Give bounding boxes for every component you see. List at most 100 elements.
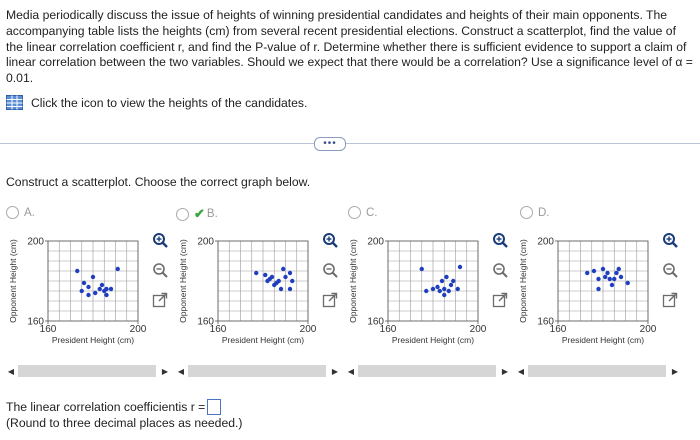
data-point — [287, 286, 293, 292]
x-tick-label: 200 — [130, 324, 147, 335]
scroll-left-icon[interactable]: ◀ — [516, 365, 526, 377]
data-point — [86, 284, 91, 290]
data-point — [283, 274, 288, 280]
horizontal-scrollbar[interactable] — [18, 365, 156, 377]
option-d-radio[interactable] — [520, 206, 533, 219]
zoom-out-icon[interactable] — [492, 262, 508, 278]
grid — [387, 240, 479, 322]
data-point — [278, 286, 284, 292]
scroll-right-icon[interactable]: ▶ — [160, 365, 170, 377]
data-point — [603, 274, 608, 280]
view-heights-label[interactable]: Click the icon to view the heights of th… — [31, 96, 307, 110]
data-point — [269, 274, 275, 280]
option-c[interactable]: C. — [348, 206, 378, 219]
data-point — [457, 264, 463, 270]
scatterplot-d: 160 200160200President Height (cm)Opponen… — [518, 237, 657, 346]
scroll-right-icon[interactable]: ▶ — [500, 365, 510, 377]
correlation-answer-input[interactable] — [207, 399, 222, 415]
zoom-out-icon[interactable] — [152, 262, 168, 278]
y-tick-label: 200 — [537, 237, 554, 248]
data-point — [287, 270, 293, 276]
data-point — [276, 278, 281, 284]
option-a-label: A. — [24, 206, 35, 219]
y-tick-label: 200 — [27, 237, 44, 248]
data-point — [614, 270, 619, 276]
option-b-radio[interactable] — [176, 207, 189, 221]
data-point — [290, 278, 295, 284]
data-point — [115, 266, 120, 272]
horizontal-scrollbar[interactable] — [528, 365, 666, 377]
popout-icon[interactable] — [662, 292, 678, 308]
data-point — [596, 276, 601, 282]
scatterplot-a: 160 200160200President Height (cm)Opponen… — [8, 237, 147, 346]
scroll-right-icon[interactable]: ▶ — [670, 365, 680, 377]
option-d-label: D. — [538, 206, 550, 219]
data-point — [585, 270, 590, 276]
option-a[interactable]: A. — [6, 206, 35, 219]
x-axis-label: President Height (cm) — [52, 335, 134, 345]
data-point — [607, 276, 612, 282]
grid — [557, 240, 649, 322]
scroll-left-icon[interactable]: ◀ — [6, 365, 16, 377]
zoom-out-icon[interactable] — [322, 262, 338, 278]
rounding-note: (Round to three decimal places as needed… — [6, 416, 243, 430]
y-tick-label: 160 — [27, 317, 44, 328]
data-point — [609, 282, 615, 288]
table-icon[interactable] — [6, 95, 23, 110]
data-point — [263, 272, 268, 278]
zoom-in-icon[interactable] — [662, 232, 678, 248]
option-c-radio[interactable] — [348, 206, 361, 219]
problem-statement: Media periodically discuss the issue of … — [6, 8, 693, 86]
scroll-left-icon[interactable]: ◀ — [346, 365, 356, 377]
option-c-label: C. — [366, 206, 378, 219]
zoom-in-icon[interactable] — [492, 232, 508, 248]
y-axis-label: Opponent Height (cm) — [178, 239, 188, 323]
scroll-left-icon[interactable]: ◀ — [176, 365, 186, 377]
data-point — [99, 282, 105, 288]
zoom-out-icon[interactable] — [662, 262, 678, 278]
scatterplot-c: 160 200160200President Height (cm)Opponen… — [348, 237, 487, 346]
y-tick-label: 160 — [537, 317, 554, 328]
x-axis-label: President Height (cm) — [392, 335, 474, 345]
y-axis-label: Opponent Height (cm) — [348, 239, 358, 323]
scroll-right-icon[interactable]: ▶ — [330, 365, 340, 377]
zoom-in-icon[interactable] — [322, 232, 338, 248]
expand-button[interactable]: ••• — [314, 137, 346, 151]
data-point — [446, 288, 451, 294]
data-point — [625, 280, 630, 286]
data-point — [612, 276, 617, 282]
grid — [217, 240, 309, 322]
data-point — [430, 286, 436, 292]
data-point — [108, 286, 114, 292]
answer-row: The linear correlation coefficientis r = — [6, 399, 222, 415]
data-point — [424, 288, 429, 294]
x-axis-label: President Height (cm) — [562, 335, 644, 345]
option-b[interactable]: ✔ B. — [176, 206, 218, 222]
grid — [47, 240, 139, 322]
view-heights-link[interactable]: Click the icon to view the heights of th… — [6, 95, 307, 110]
data-point — [455, 286, 460, 292]
option-d[interactable]: D. — [520, 206, 550, 219]
data-point — [600, 266, 606, 272]
data-point — [442, 286, 447, 292]
horizontal-scrollbar[interactable] — [358, 365, 496, 377]
scatterplot-b: 160 200160200President Height (cm)Opponen… — [178, 237, 317, 346]
popout-icon[interactable] — [152, 292, 168, 308]
x-axis-label: President Height (cm) — [222, 335, 304, 345]
data-point — [79, 288, 84, 294]
zoom-in-icon[interactable] — [152, 232, 168, 248]
checkmark-icon: ✔ — [194, 206, 205, 221]
popout-icon[interactable] — [492, 292, 508, 308]
data-point — [435, 284, 440, 290]
data-point — [281, 266, 286, 272]
option-a-radio[interactable] — [6, 206, 19, 219]
data-point — [591, 268, 597, 274]
y-tick-label: 160 — [197, 317, 214, 328]
data-point — [605, 270, 610, 276]
data-point — [86, 292, 91, 298]
data-point — [451, 278, 456, 284]
popout-icon[interactable] — [322, 292, 338, 308]
data-point — [104, 286, 109, 292]
y-tick-label: 160 — [367, 317, 384, 328]
horizontal-scrollbar[interactable] — [188, 365, 326, 377]
